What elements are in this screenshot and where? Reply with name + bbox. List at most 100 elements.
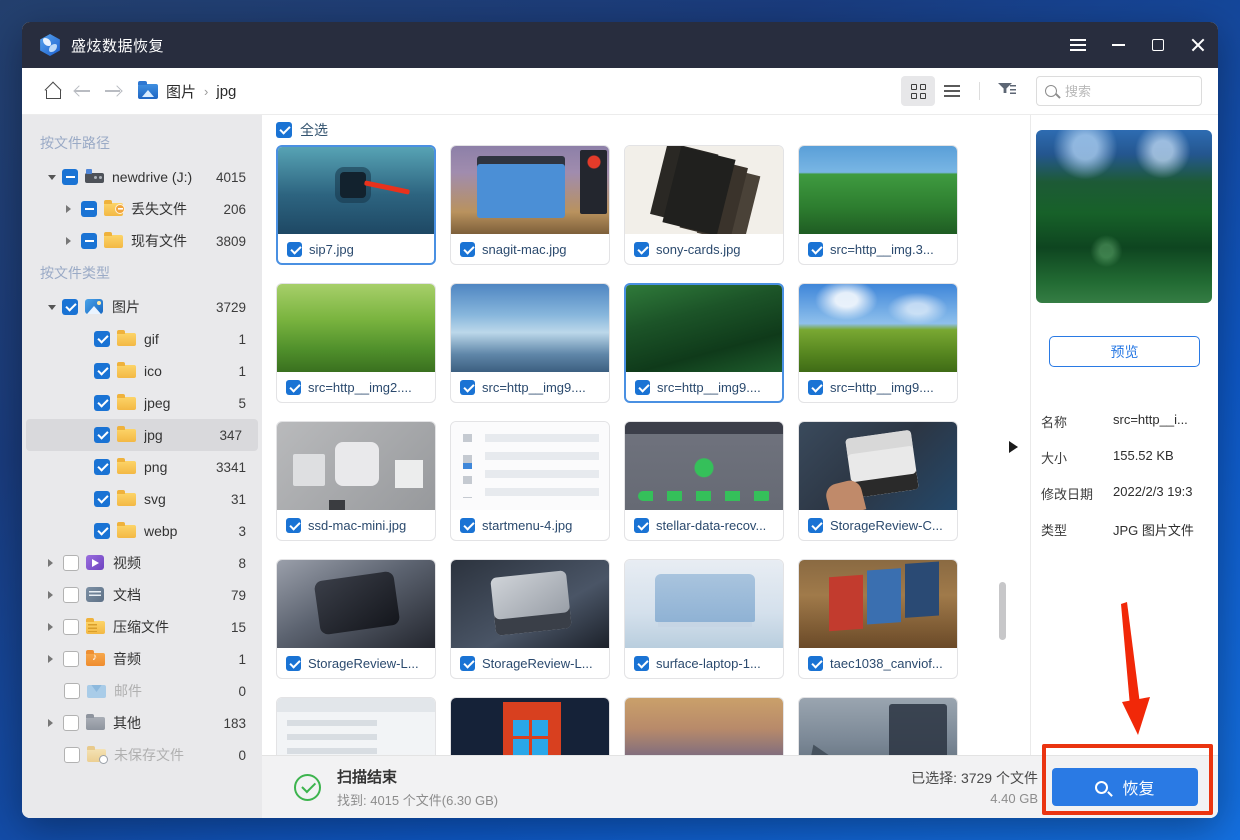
minimize-button[interactable] xyxy=(1098,22,1138,68)
checkbox[interactable] xyxy=(635,380,650,395)
file-card[interactable] xyxy=(450,697,610,755)
file-card[interactable]: StorageReview-L... xyxy=(450,559,610,679)
checkbox[interactable] xyxy=(63,715,79,731)
checkbox[interactable] xyxy=(63,587,79,603)
sidebar-item-jpeg[interactable]: jpeg5 xyxy=(22,387,262,419)
sidebar-item-lost-files[interactable]: 丢失文件206 xyxy=(22,193,262,225)
scrollbar-thumb[interactable] xyxy=(999,582,1006,640)
sidebar-item-ico[interactable]: ico1 xyxy=(22,355,262,387)
sidebar-item-documents[interactable]: 文档79 xyxy=(22,579,262,611)
checkbox[interactable] xyxy=(287,242,302,257)
checkbox[interactable] xyxy=(808,518,823,533)
checkbox[interactable] xyxy=(808,656,823,671)
checkbox[interactable] xyxy=(63,619,79,635)
checkbox[interactable] xyxy=(94,491,110,507)
checkbox[interactable] xyxy=(460,518,475,533)
checkbox[interactable] xyxy=(460,656,475,671)
checkbox[interactable] xyxy=(63,651,79,667)
sidebar-item-audio[interactable]: ♪音频1 xyxy=(22,643,262,675)
caret-right-icon[interactable] xyxy=(48,559,53,567)
caret-right-icon[interactable] xyxy=(48,719,53,727)
sidebar-item-svg[interactable]: svg31 xyxy=(22,483,262,515)
sidebar-item-mail[interactable]: 邮件0 xyxy=(22,675,262,707)
sidebar-item-other[interactable]: 其他183 xyxy=(22,707,262,739)
checkbox[interactable] xyxy=(286,656,301,671)
checkbox[interactable] xyxy=(94,331,110,347)
checkbox[interactable] xyxy=(634,242,649,257)
home-button[interactable] xyxy=(38,76,68,106)
breadcrumb-current[interactable]: jpg xyxy=(216,83,236,100)
checkbox[interactable] xyxy=(62,299,78,315)
checkbox[interactable] xyxy=(460,380,475,395)
forward-button[interactable] xyxy=(98,76,128,106)
checkbox[interactable] xyxy=(808,380,823,395)
file-card[interactable]: stellar-data-recov... xyxy=(624,421,784,541)
checkbox[interactable] xyxy=(94,427,110,443)
checkbox[interactable] xyxy=(64,747,80,763)
checkbox[interactable] xyxy=(64,683,80,699)
back-button[interactable] xyxy=(68,76,98,106)
caret-right-icon[interactable] xyxy=(48,591,53,599)
checkbox[interactable] xyxy=(460,242,475,257)
sidebar-item-newdrive[interactable]: newdrive (J:)4015 xyxy=(22,161,262,193)
checkbox[interactable] xyxy=(81,201,97,217)
checkbox[interactable] xyxy=(94,459,110,475)
sidebar-item-jpg[interactable]: jpg347 xyxy=(26,419,258,451)
sidebar-item-pictures[interactable]: 图片3729 xyxy=(22,291,262,323)
sidebar-item-unsaved[interactable]: 未保存文件0 xyxy=(22,739,262,771)
checkbox[interactable] xyxy=(286,380,301,395)
file-card[interactable]: taec1038_canviof... xyxy=(798,559,958,679)
close-button[interactable] xyxy=(1178,22,1218,68)
file-card[interactable]: ssd-mac-mini.jpg xyxy=(276,421,436,541)
filter-button[interactable] xyxy=(990,76,1024,106)
file-card[interactable]: src=http__img2.... xyxy=(276,283,436,403)
file-card[interactable] xyxy=(276,697,436,755)
recover-button[interactable]: 恢复 xyxy=(1052,768,1198,806)
sidebar-item-gif[interactable]: gif1 xyxy=(22,323,262,355)
file-card[interactable]: surface-laptop-1... xyxy=(624,559,784,679)
breadcrumb-folder[interactable]: 图片 xyxy=(166,81,196,102)
checkbox[interactable] xyxy=(634,656,649,671)
sidebar-item-video[interactable]: 视频8 xyxy=(22,547,262,579)
collapse-panel-arrow[interactable] xyxy=(1009,441,1018,453)
checkbox[interactable] xyxy=(634,518,649,533)
preview-button[interactable]: 预览 xyxy=(1049,336,1200,367)
file-card[interactable]: StorageReview-L... xyxy=(276,559,436,679)
checkbox[interactable] xyxy=(94,395,110,411)
sidebar-item-png[interactable]: png3341 xyxy=(22,451,262,483)
select-all-checkbox[interactable] xyxy=(276,122,292,138)
checkbox[interactable] xyxy=(94,363,110,379)
file-card[interactable]: StorageReview-C... xyxy=(798,421,958,541)
file-card[interactable] xyxy=(624,697,784,755)
checkbox[interactable] xyxy=(286,518,301,533)
list-view-button[interactable] xyxy=(935,76,969,106)
sidebar-item-existing-files[interactable]: 现有文件3809 xyxy=(22,225,262,257)
checkbox[interactable] xyxy=(63,555,79,571)
sidebar-item-webp[interactable]: webp3 xyxy=(22,515,262,547)
sidebar-item-archives[interactable]: 压缩文件15 xyxy=(22,611,262,643)
search-input[interactable] xyxy=(1065,84,1185,99)
grid-view-button[interactable] xyxy=(901,76,935,106)
checkbox[interactable] xyxy=(62,169,78,185)
file-card[interactable]: src=http__img9.... xyxy=(624,283,784,403)
file-card[interactable]: src=http__img.3... xyxy=(798,145,958,265)
file-card[interactable] xyxy=(798,697,958,755)
caret-down-icon[interactable] xyxy=(48,175,56,180)
maximize-button[interactable] xyxy=(1138,22,1178,68)
file-card[interactable]: sony-cards.jpg xyxy=(624,145,784,265)
caret-right-icon[interactable] xyxy=(66,237,71,245)
checkbox[interactable] xyxy=(808,242,823,257)
caret-right-icon[interactable] xyxy=(48,623,53,631)
caret-right-icon[interactable] xyxy=(48,655,53,663)
file-card[interactable]: startmenu-4.jpg xyxy=(450,421,610,541)
search-box[interactable] xyxy=(1036,76,1202,106)
file-card[interactable]: src=http__img9.... xyxy=(798,283,958,403)
caret-right-icon[interactable] xyxy=(66,205,71,213)
caret-down-icon[interactable] xyxy=(48,305,56,310)
checkbox[interactable] xyxy=(81,233,97,249)
menu-button[interactable] xyxy=(1058,22,1098,68)
file-card[interactable]: src=http__img9.... xyxy=(450,283,610,403)
checkbox[interactable] xyxy=(94,523,110,539)
file-card[interactable]: sip7.jpg xyxy=(276,145,436,265)
file-card[interactable]: snagit-mac.jpg xyxy=(450,145,610,265)
